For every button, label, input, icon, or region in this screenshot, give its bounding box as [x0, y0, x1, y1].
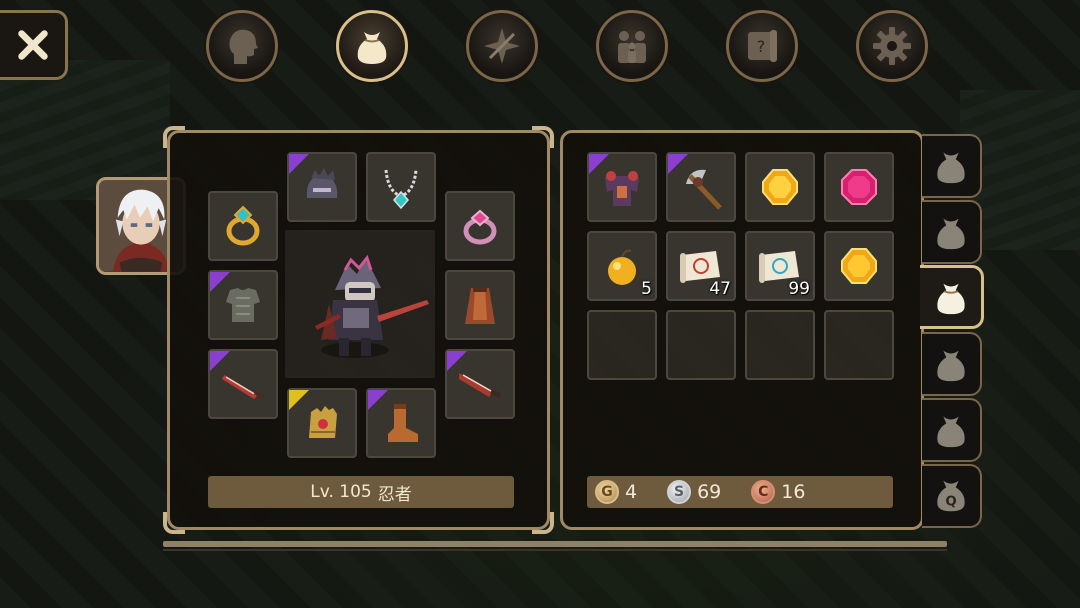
close-button[interactable] — [0, 10, 68, 80]
leather-cape-icon — [465, 288, 495, 324]
silver-amount: 69 — [697, 481, 722, 503]
item-quantity: 99 — [788, 279, 810, 299]
silver-coin-icon: S — [667, 480, 692, 504]
golden-apple-icon — [608, 249, 636, 285]
item-quantity: 5 — [641, 279, 652, 299]
inventory-slot-12[interactable] — [824, 310, 894, 380]
tab-quest[interactable]: ? — [726, 10, 798, 82]
bag-icon — [937, 152, 965, 184]
tab-skill[interactable] — [466, 10, 538, 82]
inventory-slot-3[interactable] — [745, 152, 815, 222]
settings-gear-icon — [873, 27, 911, 65]
bag-icon — [937, 218, 965, 250]
currency-bar: G 4 S 69 C 16 — [587, 476, 893, 508]
bag-tab-3[interactable] — [920, 265, 984, 329]
inventory-slot-2[interactable] — [666, 152, 736, 222]
bottom-divider — [163, 541, 947, 547]
inventory-slot-5[interactable]: 5 — [587, 231, 657, 301]
bag-tab-1[interactable] — [922, 134, 982, 198]
equip-slot-ring-left[interactable] — [208, 191, 278, 261]
skill-icon — [484, 28, 520, 64]
bag-tab-5[interactable] — [922, 398, 982, 462]
inventory-slot-9[interactable] — [587, 310, 657, 380]
equip-slot-boots[interactable] — [366, 388, 436, 458]
tab-settings[interactable] — [856, 10, 928, 82]
copper-amount: 16 — [781, 481, 806, 503]
equip-slot-weapon-right[interactable] — [445, 349, 515, 419]
bag-icon — [937, 416, 965, 448]
bag-icon — [937, 350, 965, 382]
inventory-slot-4[interactable] — [824, 152, 894, 222]
equip-slot-helmet[interactable] — [287, 152, 357, 222]
inventory-slot-8[interactable] — [824, 231, 894, 301]
quest-tab-label: Q — [945, 495, 956, 510]
gold-amount: 4 — [625, 481, 638, 503]
gold-ring-icon — [226, 205, 260, 246]
level-label: Lv. 105 — [310, 482, 372, 502]
quest-bag-icon: Q — [937, 480, 965, 512]
bag-icon — [357, 32, 387, 64]
item-quantity: 47 — [709, 279, 731, 299]
bag-tab-2[interactable] — [922, 200, 982, 264]
profile-head-icon — [229, 29, 258, 64]
tab-party[interactable] — [596, 10, 668, 82]
close-icon — [17, 30, 48, 60]
equip-slot-weapon-left[interactable] — [208, 349, 278, 419]
tab-profile[interactable] — [206, 10, 278, 82]
inventory-slot-11[interactable] — [745, 310, 815, 380]
equip-slot-necklace[interactable] — [366, 152, 436, 222]
bag-icon — [936, 283, 965, 315]
equip-slot-gloves[interactable] — [287, 388, 357, 458]
inventory-slot-10[interactable] — [666, 310, 736, 380]
svg-text:?: ? — [757, 37, 766, 56]
quest-scroll-icon: ? — [748, 30, 777, 62]
bag-tab-quest[interactable]: Q — [922, 464, 982, 528]
equip-slot-ring-right[interactable] — [445, 191, 515, 261]
gold-coin-icon: G — [595, 480, 619, 504]
amber-gem-icon — [841, 248, 877, 284]
inventory-slot-1[interactable] — [587, 152, 657, 222]
topaz-gem-icon — [762, 169, 798, 205]
equip-slot-armor[interactable] — [208, 270, 278, 340]
class-name: 忍者 — [377, 484, 412, 505]
pink-ring-icon — [463, 209, 497, 245]
equip-slot-cape[interactable] — [445, 270, 515, 340]
inventory-slot-6[interactable]: 47 — [666, 231, 736, 301]
copper-coin-icon: C — [751, 480, 776, 504]
party-icon — [618, 31, 646, 63]
tab-bag[interactable] — [336, 10, 408, 82]
crystal-necklace-icon — [384, 169, 418, 210]
inventory-slot-7[interactable]: 99 — [745, 231, 815, 301]
ruby-gem-icon — [841, 169, 877, 205]
character-preview — [285, 230, 435, 378]
level-bar: Lv. 105 忍者 — [208, 476, 514, 508]
bag-tab-4[interactable] — [922, 332, 982, 396]
